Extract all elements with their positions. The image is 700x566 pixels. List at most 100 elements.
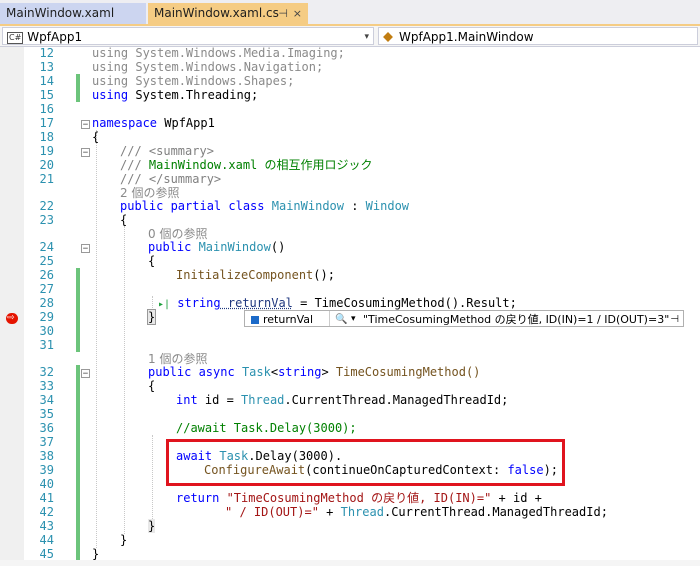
line-number: 13 <box>39 60 54 74</box>
tab-mainwindow-xaml-cs[interactable]: MainWindow.xaml.cs ⊣ × <box>148 3 308 24</box>
code-text: : <box>344 199 359 213</box>
line-number: 24 <box>39 240 54 254</box>
change-indicator <box>76 74 80 102</box>
keyword: using <box>92 46 129 60</box>
code-text: System.Threading; <box>128 88 259 102</box>
code-line-19: /// <summary> <box>120 144 214 158</box>
code-line-20: /// MainWindow.xaml の相互作用ロジック <box>120 158 373 172</box>
type-name: WpfApp1.MainWindow <box>399 30 534 44</box>
tab-mainwindow-xaml[interactable]: MainWindow.xaml <box>0 3 146 24</box>
doc-comment-slashes: /// <box>120 158 142 172</box>
code-text: WpfApp1 <box>157 116 215 130</box>
line-number: 19 <box>39 144 54 158</box>
line-number: 42 <box>39 505 54 519</box>
code-text: > <box>321 365 329 379</box>
close-icon[interactable]: × <box>293 3 302 24</box>
horizontal-scrollbar[interactable] <box>0 560 700 566</box>
code-text: .CurrentThread.ManagedThreadId; <box>284 393 509 407</box>
code-line-17: namespace WpfApp1 <box>92 116 215 130</box>
project-name: WpfApp1 <box>27 30 83 44</box>
code-line-33: { <box>148 379 156 393</box>
collapse-toggle[interactable]: − <box>81 120 90 130</box>
type-name: MainWindow <box>191 240 271 254</box>
line-number: 14 <box>39 74 54 88</box>
code-line-34: int id = Thread.CurrentThread.ManagedThr… <box>176 393 508 407</box>
code-line-15: using System.Threading; <box>92 88 258 102</box>
line-number: 41 <box>39 491 54 505</box>
pin-icon[interactable]: ⊣ <box>278 3 288 24</box>
run-to-click-icon[interactable]: ▸| <box>158 299 170 310</box>
code-text: System.Windows.Navigation; <box>128 60 324 74</box>
code-text: = TimeCosumingMethod().Result; <box>292 296 517 310</box>
line-number: 35 <box>39 407 54 421</box>
code-editor[interactable]: 12 13 14 15 16 17 18 19 20 21 22 23 24 2… <box>0 46 700 566</box>
code-line-42: " / ID(OUT)=" + Thread.CurrentThread.Man… <box>225 505 608 519</box>
change-indicator <box>76 365 80 561</box>
tab-label: MainWindow.xaml <box>6 6 115 20</box>
datatip[interactable]: returnVal 🔍 ▾ "TimeCosumingMethod の戻り値, … <box>244 310 684 327</box>
chevron-down-icon[interactable]: ▾ <box>351 311 356 328</box>
datatip-variable: returnVal <box>263 313 314 326</box>
codelens-references[interactable]: 1 個の参照 <box>148 352 207 366</box>
line-number: 38 <box>39 449 54 463</box>
code-text: System.Windows.Media.Imaging; <box>128 46 345 60</box>
collapse-toggle[interactable]: − <box>81 244 90 254</box>
line-number: 45 <box>39 547 54 561</box>
indent-guide <box>96 130 97 548</box>
code-line-36: //await Task.Delay(3000); <box>176 421 357 435</box>
line-number: 29 <box>39 310 54 324</box>
line-number: 44 <box>39 533 54 547</box>
line-number: 21 <box>39 172 54 186</box>
keyword: return <box>176 491 220 505</box>
line-number: 12 <box>39 46 54 60</box>
string-literal: " / ID(OUT)=" <box>225 505 319 519</box>
code-line-18: { <box>92 130 100 144</box>
line-number: 34 <box>39 393 54 407</box>
line-number: 23 <box>39 213 54 227</box>
code-text: () <box>270 240 286 254</box>
keyword: partial <box>163 199 222 213</box>
line-number: 37 <box>39 435 54 449</box>
navigation-bar: C# WpfApp1 ▾ WpfApp1.MainWindow <box>0 26 700 47</box>
highlight-annotation-box <box>166 439 565 486</box>
line-number: 31 <box>39 338 54 352</box>
collapse-toggle[interactable]: − <box>81 369 90 379</box>
collapse-toggle[interactable]: − <box>81 148 90 158</box>
method-name: InitializeComponent <box>176 268 314 282</box>
codelens-references[interactable]: 2 個の参照 <box>120 186 179 200</box>
code-text: (); <box>313 268 335 282</box>
code-line-43: } <box>148 519 156 533</box>
line-number: 36 <box>39 421 54 435</box>
code-text: System.Windows.Shapes; <box>128 74 295 88</box>
line-number: 43 <box>39 519 54 533</box>
code-text: + <box>318 505 341 519</box>
current-statement-arrow-icon: ⇨ <box>7 313 15 323</box>
code-text: < <box>270 365 279 379</box>
keyword: int <box>176 393 198 407</box>
document-tab-bar: MainWindow.xaml MainWindow.xaml.cs ⊣ × <box>0 0 700 26</box>
keyword: public <box>148 365 192 379</box>
keyword: using <box>92 88 129 102</box>
variable-name[interactable]: returnVal <box>221 296 293 310</box>
keyword: using <box>92 74 129 88</box>
code-text: + id + <box>491 491 542 505</box>
type-name: Thread <box>241 393 285 407</box>
project-dropdown[interactable]: C# WpfApp1 ▾ <box>2 27 374 45</box>
pin-icon[interactable]: ⊣ <box>670 311 679 328</box>
keyword: string <box>278 365 322 379</box>
code-line-21: /// </summary> <box>120 172 222 186</box>
indicator-margin[interactable] <box>0 47 24 566</box>
type-dropdown[interactable]: WpfApp1.MainWindow <box>378 27 698 45</box>
indent-guide <box>152 435 153 519</box>
keyword: public <box>120 199 164 213</box>
codelens-references[interactable]: 0 個の参照 <box>148 227 207 241</box>
code-line-22: public partial class MainWindow : Window <box>120 199 409 213</box>
magnifier-icon[interactable]: 🔍 <box>335 311 347 328</box>
type-name: Window <box>358 199 410 213</box>
string-literal: "TimeCosumingMethod の戻り値, ID(IN)=" <box>219 491 492 505</box>
comment-text: MainWindow.xaml の相互作用ロジック <box>141 158 373 172</box>
csharp-project-icon: C# <box>7 32 24 44</box>
method-name: TimeCosumingMethod() <box>328 365 481 379</box>
code-line-24: public MainWindow() <box>148 240 285 254</box>
code-line-25: { <box>148 254 156 268</box>
